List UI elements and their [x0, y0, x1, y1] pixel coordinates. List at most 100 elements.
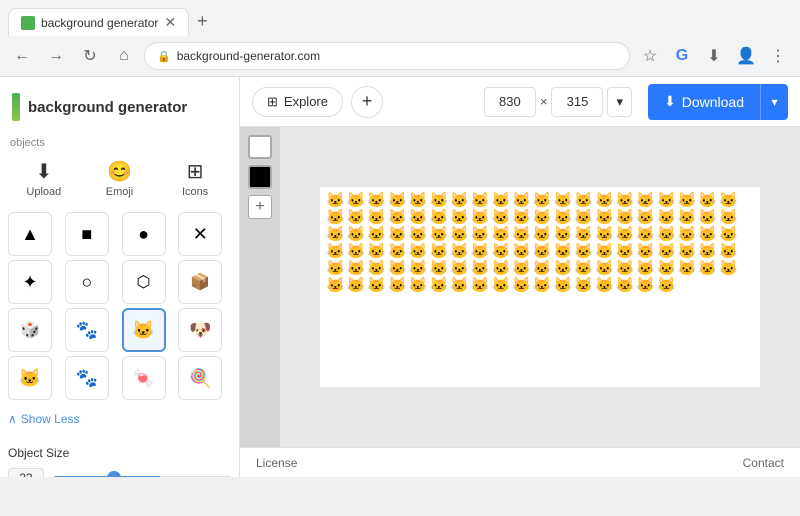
emoji-action[interactable]: 😊 Emoji — [84, 153, 156, 204]
download-chevron-icon: ▾ — [771, 95, 777, 109]
cat-emoji: 🐱 — [492, 227, 511, 242]
cat-emoji: 🐱 — [347, 261, 366, 276]
nav-bar: ← → ↻ ⌂ 🔒 background-generator.com ☆ G ⬇… — [0, 36, 800, 76]
show-less-chevron: ∧ — [8, 412, 17, 426]
cat-emoji: 🐱 — [533, 278, 552, 293]
cat-emoji: 🐱 — [367, 261, 386, 276]
obj-paw2[interactable]: 🐾 — [65, 356, 109, 400]
cat-emoji: 🐱 — [471, 193, 490, 208]
obj-cross[interactable]: ✕ — [178, 212, 222, 256]
download-nav-button[interactable]: ⬇ — [700, 42, 728, 70]
upload-action[interactable]: ⬇ Upload — [8, 153, 80, 204]
back-button[interactable]: ← — [8, 42, 36, 70]
cat-emoji: 🐱 — [326, 227, 345, 242]
canvas-area: + 🐱🐱🐱🐱🐱🐱🐱🐱🐱🐱🐱🐱🐱🐱🐱🐱🐱🐱🐱🐱🐱🐱🐱🐱🐱🐱🐱🐱🐱🐱🐱🐱🐱🐱🐱🐱🐱🐱… — [240, 127, 800, 447]
obj-box-open[interactable]: 📦 — [178, 260, 222, 304]
cat-emoji: 🐱 — [636, 193, 655, 208]
cat-emoji: 🐱 — [471, 261, 490, 276]
cat-emoji: 🐱 — [409, 227, 428, 242]
cat-emoji: 🐱 — [409, 193, 428, 208]
download-dropdown-button[interactable]: ▾ — [760, 84, 788, 120]
obj-cube[interactable]: 🎲 — [8, 308, 52, 352]
explore-icon: ⊞ — [267, 94, 278, 110]
footer: License Contact — [240, 447, 800, 477]
white-color-swatch[interactable] — [248, 135, 272, 159]
cat-emoji: 🐱 — [326, 244, 345, 259]
obj-lollipop[interactable]: 🍭 — [178, 356, 222, 400]
width-input[interactable] — [484, 87, 536, 117]
cat-emoji: 🐱 — [574, 278, 593, 293]
cat-emoji: 🐱 — [595, 244, 614, 259]
nav-g-button[interactable]: G — [668, 42, 696, 70]
cat-emoji: 🐱 — [574, 193, 593, 208]
cat-emoji: 🐱 — [554, 227, 573, 242]
cat-emoji: 🐱 — [326, 210, 345, 225]
obj-star[interactable]: ✦ — [8, 260, 52, 304]
cat-emoji: 🐱 — [367, 210, 386, 225]
download-button[interactable]: ⬇ Download — [648, 84, 760, 120]
cat-emoji: 🐱 — [347, 227, 366, 242]
size-inputs: × ▾ — [484, 87, 632, 117]
icons-action[interactable]: ⊞ Icons — [159, 153, 231, 204]
home-button[interactable]: ⌂ — [110, 42, 138, 70]
cat-emoji: 🐱 — [388, 244, 407, 259]
tab-close-button[interactable]: ✕ — [164, 14, 176, 31]
cat-emoji: 🐱 — [616, 278, 635, 293]
contact-link[interactable]: Contact — [743, 456, 784, 470]
obj-cat2[interactable]: 🐱 — [8, 356, 52, 400]
download-label: Download — [682, 94, 744, 110]
obj-cat[interactable]: 🐱 — [122, 308, 166, 352]
cat-emoji: 🐱 — [595, 227, 614, 242]
cat-emoji: 🐱 — [616, 244, 635, 259]
active-tab[interactable]: background generator ✕ — [8, 8, 189, 36]
address-bar[interactable]: 🔒 background-generator.com — [144, 42, 630, 70]
menu-button[interactable]: ⋮ — [764, 42, 792, 70]
obj-ring[interactable]: ○ — [65, 260, 109, 304]
emoji-icon: 😊 — [107, 159, 132, 184]
forward-button[interactable]: → — [42, 42, 70, 70]
cat-emoji: 🐱 — [698, 261, 717, 276]
obj-square[interactable]: ■ — [65, 212, 109, 256]
obj-triangle[interactable]: ▲ — [8, 212, 52, 256]
new-tab-button[interactable]: + — [189, 7, 216, 36]
object-size-slider[interactable] — [54, 476, 231, 477]
obj-box3d[interactable]: ⬡ — [122, 260, 166, 304]
refresh-button[interactable]: ↻ — [76, 42, 104, 70]
cat-emoji: 🐱 — [326, 261, 345, 276]
cat-emoji: 🐱 — [409, 278, 428, 293]
cat-emoji: 🐱 — [616, 261, 635, 276]
obj-paw[interactable]: 🐾 — [65, 308, 109, 352]
size-dropdown-button[interactable]: ▾ — [607, 87, 632, 117]
cat-emoji: 🐱 — [367, 278, 386, 293]
cat-emoji: 🐱 — [367, 227, 386, 242]
show-less-button[interactable]: ∧ Show Less — [8, 408, 231, 430]
height-input[interactable] — [551, 87, 603, 117]
obj-dog[interactable]: 🐶 — [178, 308, 222, 352]
app-logo: background generator — [8, 85, 231, 133]
cat-emoji: 🐱 — [388, 278, 407, 293]
black-color-swatch[interactable] — [248, 165, 272, 189]
cat-emoji: 🐱 — [678, 244, 697, 259]
cat-emoji: 🐱 — [512, 210, 531, 225]
profile-button[interactable]: 👤 — [732, 42, 760, 70]
cat-emoji: 🐱 — [719, 210, 738, 225]
download-group: ⬇ Download ▾ — [648, 84, 788, 120]
explore-button[interactable]: ⊞ Explore — [252, 87, 343, 117]
cat-emoji: 🐱 — [698, 193, 717, 208]
obj-circle[interactable]: ● — [122, 212, 166, 256]
cat-emoji: 🐱 — [616, 210, 635, 225]
add-button[interactable]: + — [351, 86, 383, 118]
cat-emoji: 🐱 — [347, 278, 366, 293]
cat-emoji: 🐱 — [657, 193, 676, 208]
cat-emoji: 🐱 — [429, 244, 448, 259]
cat-emoji: 🐱 — [347, 244, 366, 259]
cat-emoji: 🐱 — [657, 261, 676, 276]
obj-candy[interactable]: 🍬 — [122, 356, 166, 400]
license-link[interactable]: License — [256, 456, 297, 470]
cat-emoji: 🐱 — [678, 227, 697, 242]
cat-emoji: 🐱 — [450, 210, 469, 225]
explore-label: Explore — [284, 94, 328, 109]
add-color-button[interactable]: + — [248, 195, 272, 219]
object-size-value: 33 — [8, 468, 44, 477]
bookmark-button[interactable]: ☆ — [636, 42, 664, 70]
